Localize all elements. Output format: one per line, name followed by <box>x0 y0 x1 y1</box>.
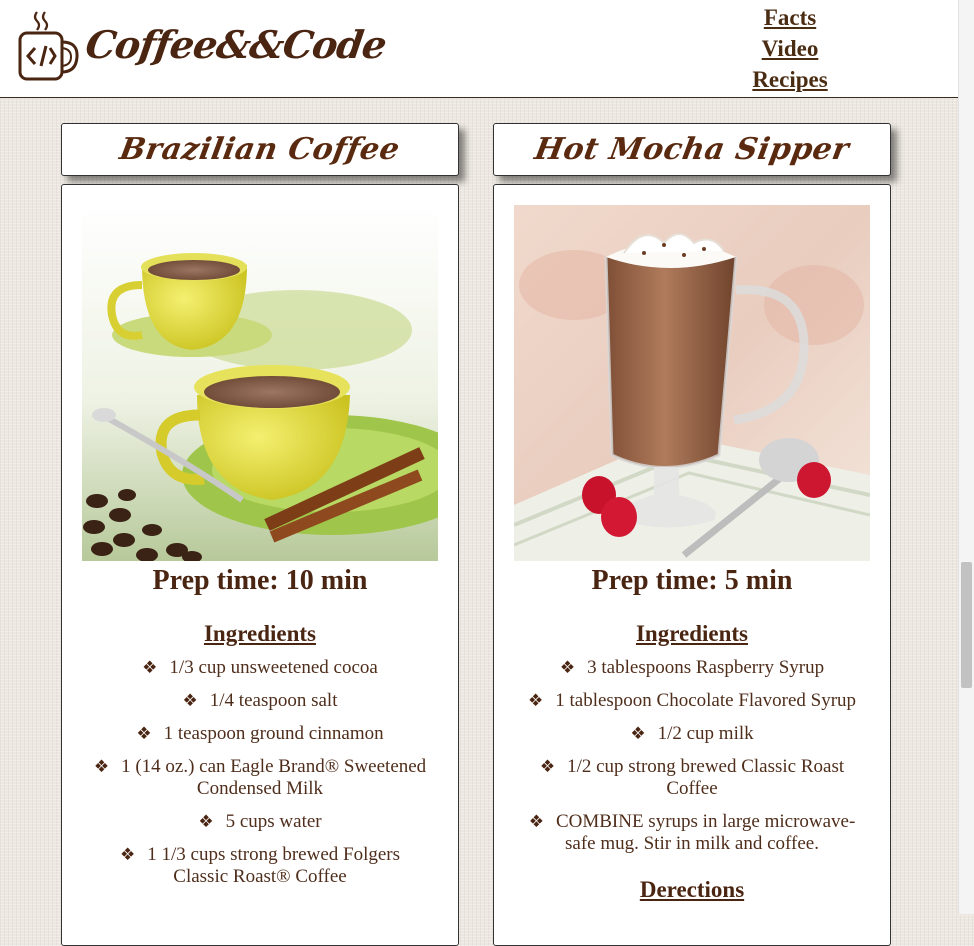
list-item: ❖ 1 1/3 cups strong brewed Folgers Classi… <box>92 844 428 888</box>
ingredient-text: COMBINE syrups in large microwave-safe m… <box>555 811 856 854</box>
diamond-bullet-icon: ❖ <box>119 845 136 864</box>
ingredient-text: 1/3 cup unsweetened cocoa <box>169 657 378 678</box>
ingredient-text: 1/2 cup strong brewed Classic Roast Coff… <box>567 756 845 799</box>
ingredient-text: 1 1/3 cups strong brewed Folgers Classic… <box>147 844 401 887</box>
prep-time: Prep time: 5 min <box>591 565 793 596</box>
brazilian-coffee-photo <box>82 205 438 561</box>
recipe-card: Prep time: 10 min Ingredients ❖ 1/3 cup u… <box>61 184 459 946</box>
recipe-card: Prep time: 5 min Ingredients ❖ 3 tablespo… <box>493 184 891 946</box>
hot-mocha-photo <box>514 205 870 561</box>
recipe-title-card: Brazilian Coffee <box>61 123 459 176</box>
diamond-bullet-icon: ❖ <box>142 658 158 677</box>
diamond-bullet-icon: ❖ <box>93 757 110 776</box>
directions-heading: Derections <box>639 877 745 902</box>
recipe-title: Hot Mocha Sipper <box>532 132 852 167</box>
ingredients-list: ❖ 3 tablespoons Raspberry Syrup ❖ 1 tables… <box>524 657 860 866</box>
recipe-title-card: Hot Mocha Sipper <box>493 123 891 176</box>
ingredient-text: 1/4 teaspoon salt <box>209 690 338 711</box>
nav-link-video[interactable]: Video <box>740 33 840 64</box>
list-item: ❖ 5 cups water <box>92 811 428 833</box>
ingredient-text: 1/2 cup milk <box>657 723 754 744</box>
diamond-bullet-icon: ❖ <box>630 724 646 743</box>
scrollbar-thumb[interactable] <box>961 562 972 688</box>
coffee-mug-logo-icon[interactable] <box>17 8 79 82</box>
list-item: ❖ 1 teaspoon ground cinnamon <box>92 723 428 745</box>
ingredient-text: 1 tablespoon Chocolate Flavored Syrup <box>555 690 857 711</box>
diamond-bullet-icon: ❖ <box>559 658 576 677</box>
list-item: ❖ 1 (14 oz.) can Eagle Brand® Sweetened C… <box>92 756 428 800</box>
ingredient-text: 1 (14 oz.) can Eagle Brand® Sweetened Co… <box>121 756 427 799</box>
list-item: ❖ 1/2 cup strong brewed Classic Roast Cof… <box>524 756 860 800</box>
nav-link-facts[interactable]: Facts <box>740 2 840 33</box>
list-item: ❖ 3 tablespoons Raspberry Syrup <box>524 657 860 679</box>
ingredients-heading: Ingredients <box>635 621 749 646</box>
vertical-scrollbar[interactable] <box>958 0 974 914</box>
main-nav: Facts Video Recipes <box>740 2 840 95</box>
prep-time: Prep time: 10 min <box>152 565 368 596</box>
list-item: ❖ COMBINE syrups in large microwave-safe … <box>524 811 860 855</box>
diamond-bullet-icon: ❖ <box>539 757 556 776</box>
diamond-bullet-icon: ❖ <box>198 812 214 831</box>
ingredient-text: 1 teaspoon ground cinnamon <box>163 723 384 744</box>
diamond-bullet-icon: ❖ <box>528 812 544 831</box>
list-item: ❖ 1/4 teaspoon salt <box>92 690 428 712</box>
list-item: ❖ 1/3 cup unsweetened cocoa <box>92 657 428 679</box>
ingredient-text: 5 cups water <box>225 811 322 832</box>
list-item: ❖ 1 tablespoon Chocolate Flavored Syrup <box>524 690 860 712</box>
brand-name[interactable]: Coffee&&Code <box>83 22 389 67</box>
ingredients-heading: Ingredients <box>203 621 317 646</box>
recipe-title: Brazilian Coffee <box>117 132 403 167</box>
diamond-bullet-icon: ❖ <box>527 691 544 710</box>
ingredients-list: ❖ 1/3 cup unsweetened cocoa ❖ 1/4 teaspoon… <box>92 657 428 899</box>
nav-link-recipes[interactable]: Recipes <box>740 64 840 95</box>
diamond-bullet-icon: ❖ <box>136 724 152 743</box>
ingredient-text: 3 tablespoons Raspberry Syrup <box>587 657 825 678</box>
site-header: Coffee&&Code Facts Video Recipes <box>0 0 958 98</box>
diamond-bullet-icon: ❖ <box>182 691 198 710</box>
list-item: ❖ 1/2 cup milk <box>524 723 860 745</box>
